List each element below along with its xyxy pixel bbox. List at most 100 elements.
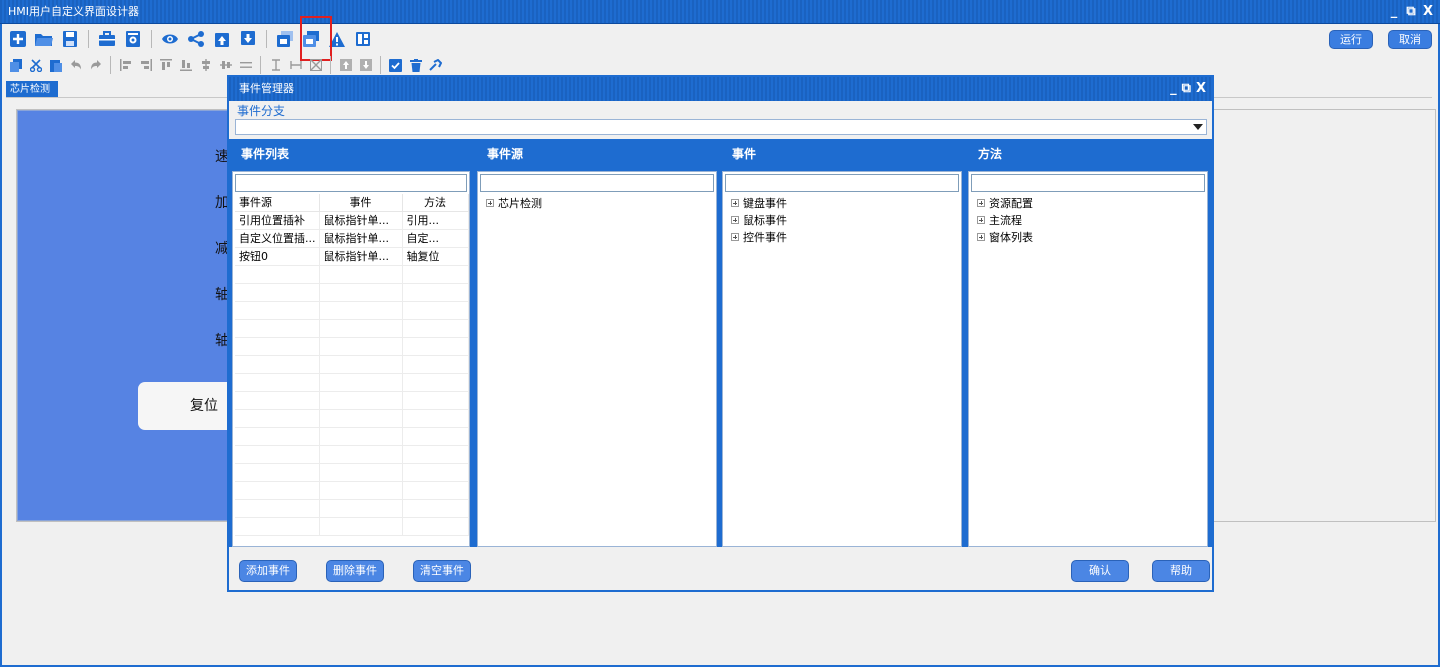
dialog-window-controls: _ ⧉ X bbox=[1170, 77, 1206, 101]
cell-event: 鼠标指针单... bbox=[319, 229, 403, 248]
tools-icon[interactable] bbox=[428, 57, 443, 73]
event-list-body: 事件源 事件 方法 引用位置插补 鼠标指针单... 引用... 自定义位置插..… bbox=[235, 194, 469, 544]
toolbar-separator bbox=[266, 30, 267, 48]
dialog-title-bar: 事件管理器 _ ⧉ X bbox=[229, 77, 1212, 101]
expand-plus-icon[interactable] bbox=[731, 232, 739, 241]
column-header-source[interactable]: 事件源 bbox=[235, 194, 320, 212]
expand-plus-icon[interactable] bbox=[977, 198, 985, 207]
add-event-button[interactable]: 添加事件 bbox=[239, 560, 297, 582]
event-branch-select[interactable] bbox=[235, 119, 1207, 135]
align-bottom-icon[interactable] bbox=[178, 57, 193, 73]
align-right-icon[interactable] bbox=[138, 57, 153, 73]
layout-icon[interactable] bbox=[353, 29, 373, 49]
dialog-restore-icon[interactable]: ⧉ bbox=[1182, 77, 1191, 101]
expand-plus-icon[interactable] bbox=[731, 198, 739, 207]
window-controls: _ ⧉ X bbox=[1388, 0, 1434, 24]
tree-item-label: 鼠标事件 bbox=[743, 213, 787, 227]
toolbar-separator bbox=[151, 30, 152, 48]
tree-item-keyboard-events[interactable]: 键盘事件 bbox=[725, 194, 959, 211]
toolbar-edit bbox=[8, 56, 443, 74]
minimize-icon[interactable]: _ bbox=[1388, 0, 1400, 24]
send-back-icon[interactable] bbox=[358, 57, 373, 73]
dialog-title: 事件管理器 bbox=[239, 82, 294, 95]
layer-front-icon[interactable] bbox=[275, 29, 295, 49]
table-row-empty bbox=[235, 337, 469, 356]
upload-icon[interactable] bbox=[212, 29, 232, 49]
distribute-h-icon[interactable] bbox=[238, 57, 253, 73]
document-settings-icon[interactable] bbox=[123, 29, 143, 49]
event-table: 事件源 事件 方法 引用位置插补 鼠标指针单... 引用... 自定义位置插..… bbox=[235, 194, 469, 536]
paste-icon[interactable] bbox=[48, 57, 63, 73]
run-button[interactable]: 运行 bbox=[1329, 30, 1373, 49]
event-list-filter-input[interactable] bbox=[235, 174, 467, 192]
align-hcenter-icon[interactable] bbox=[218, 57, 233, 73]
design-canvas[interactable] bbox=[17, 110, 232, 521]
toolbar-separator bbox=[110, 56, 111, 74]
table-row-empty bbox=[235, 301, 469, 320]
confirm-button[interactable]: 确认 bbox=[1071, 560, 1129, 582]
dialog-minimize-icon[interactable]: _ bbox=[1170, 77, 1177, 101]
copy-icon[interactable] bbox=[8, 57, 23, 73]
download-icon[interactable] bbox=[238, 29, 258, 49]
restore-icon[interactable]: ⧉ bbox=[1405, 0, 1417, 24]
tree-item-main-flow[interactable]: 主流程 bbox=[971, 211, 1205, 228]
doc-tab-chip-detect[interactable]: 芯片检测 bbox=[6, 81, 58, 97]
same-size-icon[interactable] bbox=[308, 57, 323, 73]
expand-plus-icon[interactable] bbox=[977, 215, 985, 224]
cell-event: 鼠标指针单... bbox=[319, 247, 403, 266]
event-source-filter-input[interactable] bbox=[480, 174, 714, 192]
redo-icon[interactable] bbox=[88, 57, 103, 73]
method-filter-input[interactable] bbox=[971, 174, 1205, 192]
tree-item-source-chip-detect[interactable]: 芯片检测 bbox=[480, 194, 714, 211]
expand-plus-icon[interactable] bbox=[731, 215, 739, 224]
undo-icon[interactable] bbox=[68, 57, 83, 73]
expand-plus-icon[interactable] bbox=[977, 232, 985, 241]
cell-source: 自定义位置插... bbox=[235, 229, 320, 248]
table-row[interactable]: 自定义位置插... 鼠标指针单... 自定... bbox=[235, 229, 469, 248]
checklist-icon[interactable] bbox=[388, 57, 403, 73]
event-type-panel: 键盘事件 鼠标事件 控件事件 bbox=[722, 171, 962, 547]
tree-item-resource-config[interactable]: 资源配置 bbox=[971, 194, 1205, 211]
align-top-icon[interactable] bbox=[158, 57, 173, 73]
event-filter-input[interactable] bbox=[725, 174, 959, 192]
toolbox-icon[interactable] bbox=[97, 29, 117, 49]
table-row[interactable]: 按钮0 鼠标指针单... 轴复位 bbox=[235, 247, 469, 266]
column-header-method[interactable]: 方法 bbox=[402, 194, 469, 212]
same-height-icon[interactable] bbox=[268, 57, 283, 73]
clear-events-button[interactable]: 清空事件 bbox=[413, 560, 471, 582]
table-row-empty bbox=[235, 427, 469, 446]
close-icon[interactable]: X bbox=[1422, 0, 1434, 24]
help-button[interactable]: 帮助 bbox=[1152, 560, 1210, 582]
delete-icon[interactable] bbox=[408, 57, 423, 73]
delete-event-button[interactable]: 删除事件 bbox=[326, 560, 384, 582]
column-header-event[interactable]: 事件 bbox=[319, 194, 403, 212]
tree-item-label: 窗体列表 bbox=[989, 230, 1033, 244]
cancel-button[interactable]: 取消 bbox=[1388, 30, 1432, 49]
panel-header-method: 方法 bbox=[978, 147, 1003, 161]
save-icon[interactable] bbox=[60, 29, 80, 49]
table-row-empty bbox=[235, 373, 469, 392]
same-width-icon[interactable] bbox=[288, 57, 303, 73]
toolbar-separator bbox=[260, 56, 261, 74]
align-left-icon[interactable] bbox=[118, 57, 133, 73]
open-folder-icon[interactable] bbox=[34, 29, 54, 49]
preview-eye-icon[interactable] bbox=[160, 29, 180, 49]
dropdown-arrow-icon[interactable] bbox=[1193, 124, 1203, 130]
toolbar-separator bbox=[330, 56, 331, 74]
tree-item-mouse-events[interactable]: 鼠标事件 bbox=[725, 211, 959, 228]
align-vcenter-icon[interactable] bbox=[198, 57, 213, 73]
table-row[interactable]: 引用位置插补 鼠标指针单... 引用... bbox=[235, 211, 469, 230]
tree-item-form-list[interactable]: 窗体列表 bbox=[971, 228, 1205, 245]
canvas-reset-button[interactable]: 复位 bbox=[138, 382, 238, 430]
bring-front-icon[interactable] bbox=[338, 57, 353, 73]
toolbar-separator bbox=[380, 56, 381, 74]
tree-item-control-events[interactable]: 控件事件 bbox=[725, 228, 959, 245]
table-row-empty bbox=[235, 445, 469, 464]
new-icon[interactable] bbox=[8, 29, 28, 49]
tree-item-label: 控件事件 bbox=[743, 230, 787, 244]
dialog-close-icon[interactable]: X bbox=[1196, 77, 1206, 101]
expand-plus-icon[interactable] bbox=[486, 198, 494, 207]
share-icon[interactable] bbox=[186, 29, 206, 49]
table-row-empty bbox=[235, 283, 469, 302]
cut-icon[interactable] bbox=[28, 57, 43, 73]
